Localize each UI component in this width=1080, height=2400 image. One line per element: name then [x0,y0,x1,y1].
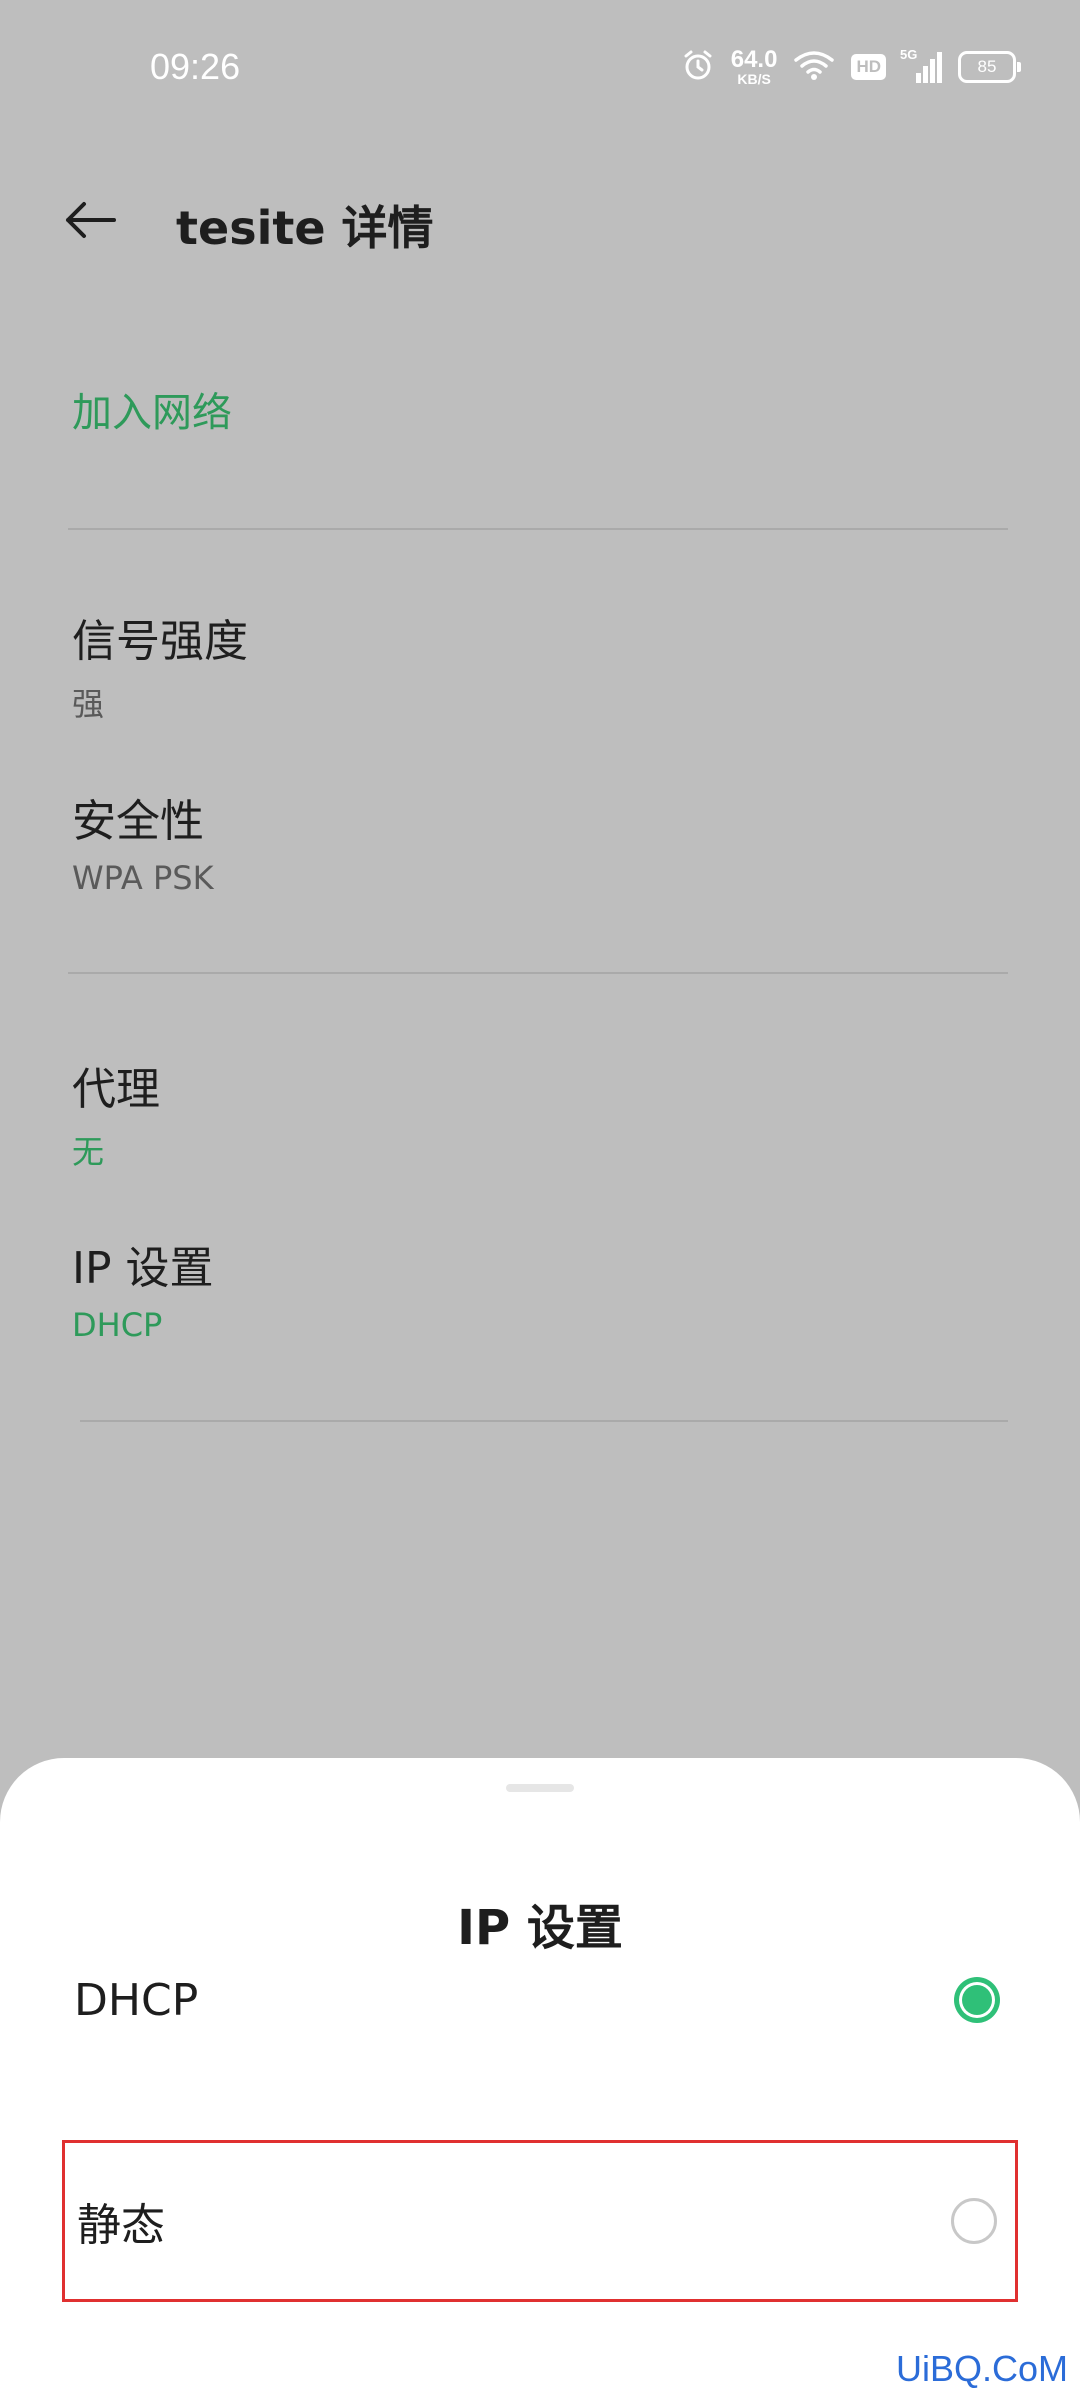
security-value: WPA PSK [72,859,214,897]
ip-settings-label: IP 设置 [72,1243,214,1294]
arrow-left-icon [64,200,116,244]
status-time: 09:26 [150,46,241,87]
radio-checked-icon[interactable] [954,1977,1000,2023]
ip-settings-value: DHCP [72,1306,163,1344]
page-title: tesite 详情 [176,201,434,255]
battery-icon: 85 [958,51,1021,83]
hd-badge: HD [851,54,886,80]
security-item: 安全性 WPA PSK [72,785,1008,897]
battery-level: 85 [977,57,997,76]
divider [80,1420,1008,1422]
signal-strength-value: 强 [72,685,105,723]
join-network-link[interactable]: 加入网络 [72,380,1008,438]
option-dhcp[interactable]: DHCP [62,1919,1018,2081]
network-type: 5G [900,47,918,62]
status-icons: 64.0 KB/S HD 5G 85 [681,46,1021,87]
screen: 09:26 64.0 KB/S HD 5G 85 tesite 详情 加入网络 … [0,0,1080,2400]
cell-signal-icon: 5G [900,47,942,83]
radio-unchecked-icon[interactable] [951,2198,997,2244]
proxy-item[interactable]: 代理 无 [72,1053,1008,1173]
net-speed-unit: KB/S [737,71,771,87]
status-bar: 09:26 64.0 KB/S HD 5G 85 [0,0,1080,140]
drag-handle[interactable] [506,1784,574,1792]
proxy-value: 无 [72,1133,105,1171]
alarm-icon [681,48,715,86]
net-speed-value: 64.0 [730,46,778,73]
ip-settings-sheet: IP 设置 DHCP 静态 [0,1758,1080,2400]
watermark: UiBQ.CoM [895,2348,1068,2389]
proxy-label: 代理 [72,1064,160,1115]
option-static-label: 静态 [77,2200,165,2251]
divider [68,528,1008,530]
option-static[interactable]: 静态 [62,2140,1018,2302]
divider [68,972,1008,974]
option-dhcp-label: DHCP [74,1974,199,2026]
app-bar: tesite 详情 [0,170,1080,270]
security-label: 安全性 [72,796,204,847]
net-speed: 64.0 KB/S [730,46,778,87]
ip-settings-item[interactable]: IP 设置 DHCP [72,1232,1008,1344]
signal-strength-item: 信号强度 强 [72,605,1008,725]
wifi-icon [793,49,835,85]
signal-strength-label: 信号强度 [72,616,248,667]
back-button[interactable] [60,192,120,252]
